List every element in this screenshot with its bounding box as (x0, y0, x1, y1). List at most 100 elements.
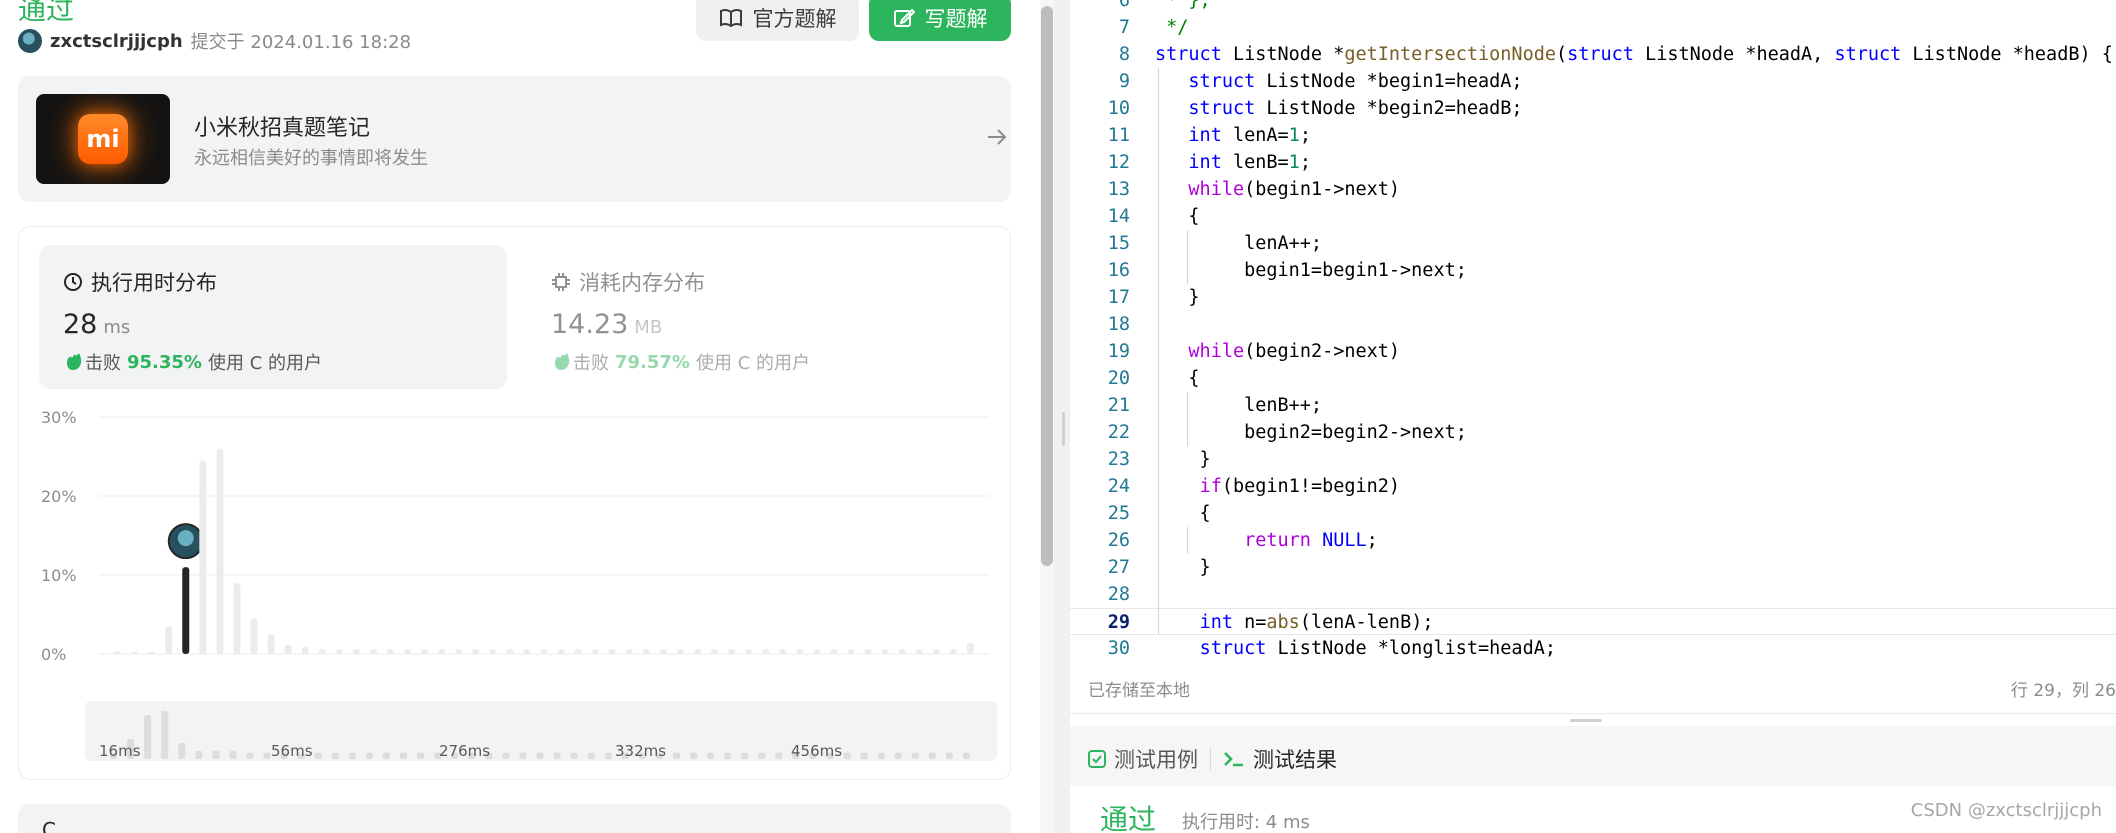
bar[interactable] (404, 649, 412, 654)
code-lines[interactable]: 6 * }; 7 */8 struct ListNode *getIntersect… (1070, 0, 2116, 662)
code-line[interactable]: 25 { (1070, 500, 2116, 527)
bar[interactable] (301, 646, 309, 654)
bar[interactable] (796, 649, 804, 654)
code-text[interactable]: return NULL; (1155, 527, 1378, 554)
arrow-right-icon[interactable] (986, 126, 1008, 148)
bar[interactable] (233, 582, 241, 654)
code-text[interactable]: * }; (1155, 0, 1211, 14)
bar[interactable] (625, 649, 633, 654)
bar[interactable] (318, 649, 326, 654)
bar[interactable] (114, 651, 122, 654)
code-text[interactable]: lenB++; (1155, 392, 1322, 419)
code-text[interactable]: } (1155, 446, 1211, 473)
bar[interactable] (762, 649, 770, 654)
bar[interactable] (949, 649, 957, 654)
code-line[interactable]: 12 int lenB=1; (1070, 149, 2116, 176)
code-text[interactable]: lenA++; (1155, 230, 1322, 257)
bar[interactable] (199, 460, 207, 654)
code-line[interactable]: 16 begin1=begin1->next; (1070, 257, 2116, 284)
code-text[interactable]: } (1155, 554, 1211, 581)
code-line[interactable]: 6 * }; (1070, 0, 2116, 14)
code-line[interactable]: 24 if(begin1!=begin2) (1070, 473, 2116, 500)
bar[interactable] (728, 649, 736, 654)
code-text[interactable]: int n=abs(lenA-lenB); (1155, 609, 1434, 636)
code-line[interactable]: 15 lenA++; (1070, 230, 2116, 257)
code-text[interactable]: struct ListNode *longlist=headA; (1155, 635, 1556, 662)
code-text[interactable]: begin1=begin1->next; (1155, 257, 1467, 284)
code-line[interactable]: 13 while(begin1->next) (1070, 176, 2116, 203)
bar[interactable] (591, 649, 599, 654)
bar[interactable] (523, 649, 531, 654)
code-text[interactable]: begin2=begin2->next; (1155, 419, 1467, 446)
bar[interactable] (438, 649, 446, 654)
runtime-distribution-chart[interactable]: 30% 20% 10% 0% 16ms 56ms 276ms 332ms 456ms (37, 407, 997, 667)
bar[interactable] (421, 649, 429, 654)
bar[interactable] (898, 649, 906, 654)
code-text[interactable]: struct ListNode *getIntersectionNode(str… (1155, 41, 2113, 68)
bar[interactable] (131, 651, 139, 654)
code-line[interactable]: 9 struct ListNode *begin1=headA; (1070, 68, 2116, 95)
code-text[interactable]: while(begin1->next) (1155, 176, 1400, 203)
bar[interactable] (711, 649, 719, 654)
code-text[interactable]: int lenA=1; (1155, 122, 1311, 149)
code-line[interactable]: 18 (1070, 311, 2116, 338)
code-text[interactable]: } (1155, 284, 1199, 311)
bar[interactable] (284, 644, 292, 654)
code-line[interactable]: 29 int n=abs(lenA-lenB); (1070, 608, 2116, 635)
bar[interactable] (694, 649, 702, 654)
code-line[interactable]: 10 struct ListNode *begin2=headB; (1070, 95, 2116, 122)
code-line[interactable]: 11 int lenA=1; (1070, 122, 2116, 149)
bar[interactable] (369, 649, 377, 654)
bar[interactable] (216, 448, 224, 654)
code-text[interactable]: int lenB=1; (1155, 149, 1311, 176)
bar[interactable] (557, 649, 565, 654)
tab-test-cases[interactable]: 测试用例 (1088, 744, 1198, 774)
code-line[interactable]: 19 while(begin2->next) (1070, 338, 2116, 365)
tab-test-results[interactable]: 测试结果 (1223, 744, 1337, 774)
bar[interactable] (932, 649, 940, 654)
user-avatar[interactable] (18, 29, 42, 53)
bar[interactable] (745, 649, 753, 654)
write-solution-button[interactable]: 写题解 (869, 0, 1011, 41)
bar[interactable] (540, 649, 548, 654)
code-text[interactable]: { (1155, 500, 1211, 527)
bar[interactable] (574, 649, 582, 654)
code-line[interactable]: 27 } (1070, 554, 2116, 581)
bar[interactable] (864, 649, 872, 654)
bar[interactable] (489, 649, 497, 654)
code-text[interactable]: */ (1155, 14, 1188, 41)
bar[interactable] (608, 649, 616, 654)
code-text[interactable]: { (1155, 365, 1199, 392)
bar[interactable] (455, 649, 463, 654)
code-line[interactable]: 7 */ (1070, 14, 2116, 41)
code-text[interactable]: if(begin1!=begin2) (1155, 473, 1401, 500)
code-text[interactable]: struct ListNode *begin1=headA; (1155, 68, 1522, 95)
bar[interactable] (881, 649, 889, 654)
bar[interactable] (250, 618, 258, 654)
bar[interactable] (813, 649, 821, 654)
bar[interactable] (642, 649, 650, 654)
left-scrollbar-thumb[interactable] (1041, 6, 1053, 566)
code-text[interactable]: struct ListNode *begin2=headB; (1155, 95, 1522, 122)
code-line[interactable]: 17 } (1070, 284, 2116, 311)
code-line[interactable]: 28 (1070, 581, 2116, 608)
bar[interactable] (676, 649, 684, 654)
bar-highlight[interactable] (182, 567, 190, 654)
runtime-range-selector[interactable]: 16ms 56ms 276ms 332ms 456ms (85, 701, 997, 761)
runtime-stat-tab[interactable]: 执行用时分布 28 ms 击败 95.35% 使用 C 的用户 (39, 245, 507, 389)
code-line[interactable]: 20 { (1070, 365, 2116, 392)
bar[interactable] (386, 649, 394, 654)
bar[interactable] (506, 649, 514, 654)
bar[interactable] (352, 649, 360, 654)
bar[interactable] (148, 651, 156, 654)
bar[interactable] (915, 649, 923, 654)
resize-handle[interactable] (1062, 412, 1065, 446)
code-line[interactable]: 26 return NULL; (1070, 527, 2116, 554)
bar[interactable] (165, 626, 173, 654)
bar[interactable] (472, 649, 480, 654)
bar[interactable] (830, 649, 838, 654)
code-line[interactable]: 23 } (1070, 446, 2116, 473)
editor-resize-handle[interactable] (1570, 719, 1602, 722)
code-text[interactable]: { (1155, 203, 1199, 230)
bar[interactable] (847, 649, 855, 654)
